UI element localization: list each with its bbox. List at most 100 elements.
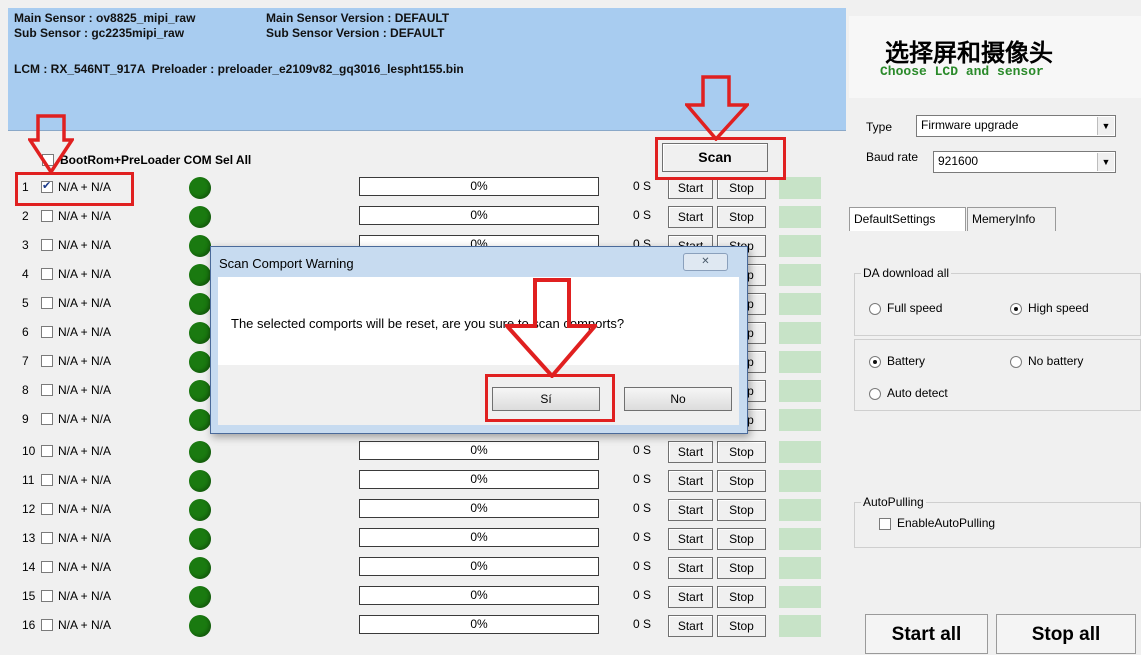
stop-button[interactable]: Stop xyxy=(717,206,766,228)
port-row: 16 N/A + N/A 0% 0 S Start Stop xyxy=(0,612,850,641)
start-button[interactable]: Start xyxy=(668,177,713,199)
chevron-down-icon[interactable]: ▼ xyxy=(1097,117,1114,135)
port-index: 9 xyxy=(22,412,29,426)
stop-button[interactable]: Stop xyxy=(717,528,766,550)
port-checkbox[interactable] xyxy=(41,561,53,573)
elapsed-seconds: 0 S xyxy=(633,588,652,602)
choose-title-en: Choose LCD and sensor xyxy=(880,64,1044,79)
status-cell xyxy=(779,441,821,463)
port-label: N/A + N/A xyxy=(58,531,112,545)
port-checkbox[interactable] xyxy=(41,619,53,631)
start-button[interactable]: Start xyxy=(668,470,713,492)
port-label: N/A + N/A xyxy=(58,473,112,487)
da-download-legend: DA download all xyxy=(861,266,952,280)
full-speed-radio[interactable] xyxy=(869,303,881,315)
stop-all-button[interactable]: Stop all xyxy=(996,614,1136,654)
enable-autopulling-label: EnableAutoPulling xyxy=(897,516,996,530)
tab-memeryinfo[interactable]: MemeryInfo xyxy=(967,207,1056,231)
high-speed-radio[interactable] xyxy=(1010,303,1022,315)
port-index: 12 xyxy=(22,502,36,516)
auto-detect-radio[interactable] xyxy=(869,388,881,400)
arrow-down-icon xyxy=(28,114,74,174)
port-index: 16 xyxy=(22,618,36,632)
status-led xyxy=(189,177,211,199)
port-checkbox[interactable] xyxy=(41,503,53,515)
port-checkbox[interactable] xyxy=(41,297,53,309)
port-index: 14 xyxy=(22,560,36,574)
port-label: N/A + N/A xyxy=(58,383,112,397)
sel-all-label: BootRom+PreLoader COM Sel All xyxy=(60,153,252,167)
chevron-down-icon[interactable]: ▼ xyxy=(1097,153,1114,171)
baud-select[interactable]: 921600 ▼ xyxy=(933,151,1116,173)
port-label: N/A + N/A xyxy=(58,618,112,632)
port-index: 6 xyxy=(22,325,29,339)
start-button[interactable]: Start xyxy=(668,441,713,463)
port-index: 10 xyxy=(22,444,36,458)
progress-bar: 0% xyxy=(359,441,599,460)
main-sensor-version-text: Main Sensor Version : DEFAULT xyxy=(266,11,450,25)
port-row: 13 N/A + N/A 0% 0 S Start Stop xyxy=(0,525,850,554)
full-speed-label: Full speed xyxy=(887,301,943,315)
status-led xyxy=(189,351,211,373)
stop-button[interactable]: Stop xyxy=(717,177,766,199)
battery-radio[interactable] xyxy=(869,356,881,368)
main-sensor-text: Main Sensor : ov8825_mipi_raw xyxy=(14,11,196,25)
no-battery-radio[interactable] xyxy=(1010,356,1022,368)
port-index: 5 xyxy=(22,296,29,310)
type-select[interactable]: Firmware upgrade ▼ xyxy=(916,115,1116,137)
port-checkbox[interactable] xyxy=(41,384,53,396)
autopulling-legend: AutoPulling xyxy=(861,495,926,509)
port-label: N/A + N/A xyxy=(58,296,112,310)
highlight-scan-box xyxy=(655,137,786,180)
start-button[interactable]: Start xyxy=(668,499,713,521)
no-battery-label: No battery xyxy=(1028,354,1084,368)
port-index: 3 xyxy=(22,238,29,252)
battery-group xyxy=(854,339,1141,411)
port-checkbox[interactable] xyxy=(41,355,53,367)
elapsed-seconds: 0 S xyxy=(633,530,652,544)
stop-button[interactable]: Stop xyxy=(717,615,766,637)
stop-button[interactable]: Stop xyxy=(717,557,766,579)
start-button[interactable]: Start xyxy=(668,615,713,637)
start-button[interactable]: Start xyxy=(668,206,713,228)
stop-button[interactable]: Stop xyxy=(717,470,766,492)
port-checkbox[interactable] xyxy=(41,413,53,425)
no-button[interactable]: No xyxy=(624,387,732,411)
port-checkbox[interactable] xyxy=(41,532,53,544)
start-button[interactable]: Start xyxy=(668,528,713,550)
status-led xyxy=(189,470,211,492)
start-button[interactable]: Start xyxy=(668,586,713,608)
status-led xyxy=(189,322,211,344)
port-checkbox[interactable] xyxy=(41,590,53,602)
port-checkbox[interactable] xyxy=(41,239,53,251)
elapsed-seconds: 0 S xyxy=(633,472,652,486)
enable-autopulling-checkbox[interactable] xyxy=(879,518,891,530)
stop-button[interactable]: Stop xyxy=(717,586,766,608)
port-checkbox[interactable] xyxy=(41,474,53,486)
port-checkbox[interactable] xyxy=(41,210,53,222)
arrow-down-icon xyxy=(685,75,749,141)
port-row: 11 N/A + N/A 0% 0 S Start Stop xyxy=(0,467,850,496)
stop-button[interactable]: Stop xyxy=(717,441,766,463)
port-checkbox[interactable] xyxy=(41,268,53,280)
high-speed-label: High speed xyxy=(1028,301,1089,315)
tab-defaultsettings[interactable]: DefaultSettings xyxy=(849,207,966,231)
port-checkbox[interactable] xyxy=(41,445,53,457)
start-all-button[interactable]: Start all xyxy=(865,614,988,654)
port-checkbox[interactable] xyxy=(41,326,53,338)
lcm-preloader-text: LCM : RX_546NT_917A Preloader : preloade… xyxy=(14,62,464,76)
type-label: Type xyxy=(866,120,893,134)
port-label: N/A + N/A xyxy=(58,267,112,281)
port-label: N/A + N/A xyxy=(58,589,112,603)
start-button[interactable]: Start xyxy=(668,557,713,579)
status-cell xyxy=(779,351,821,373)
status-cell xyxy=(779,499,821,521)
elapsed-seconds: 0 S xyxy=(633,559,652,573)
close-icon[interactable]: ✕ xyxy=(683,253,728,271)
port-row: 10 N/A + N/A 0% 0 S Start Stop xyxy=(0,438,850,467)
stop-button[interactable]: Stop xyxy=(717,499,766,521)
status-led xyxy=(189,235,211,257)
status-led xyxy=(189,206,211,228)
status-cell xyxy=(779,557,821,579)
progress-bar: 0% xyxy=(359,470,599,489)
